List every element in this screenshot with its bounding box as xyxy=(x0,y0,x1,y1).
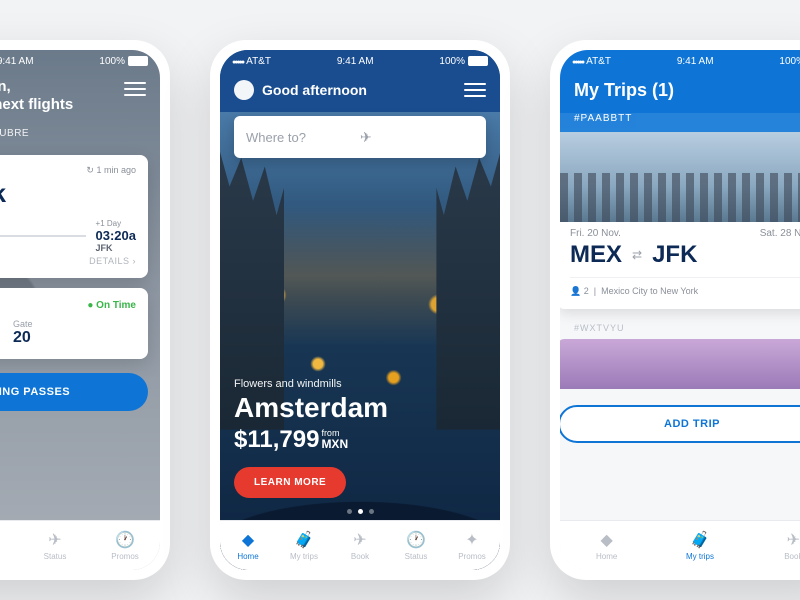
status-badge: On Time xyxy=(87,300,136,311)
status-icon: ✈ xyxy=(48,530,61,550)
nav-mytrips[interactable]: 🧳My trips xyxy=(653,521,746,570)
status-icon: 🕐 xyxy=(406,530,426,550)
return-date: Sat. 28 Nov. xyxy=(760,228,800,239)
menu-icon[interactable] xyxy=(464,83,486,97)
status-bar: AT&T 9:41 AM 100% xyxy=(560,50,800,72)
promo-price: $11,799fromMXN xyxy=(234,426,388,454)
book-icon: ✈ xyxy=(787,530,800,550)
status-bar: AT&T 9:41 AM 100% xyxy=(220,50,500,72)
nav-home[interactable]: ◆Home xyxy=(220,521,276,570)
bottom-nav: ◆Home 🧳My trips ✈Book xyxy=(560,520,800,570)
promo-tagline: Flowers and windmills xyxy=(234,378,388,390)
learn-more-button[interactable]: LEARN MORE xyxy=(234,467,346,498)
bottom-nav: ◆Home 🧳My trips ✈Book 🕐Status ✦Promos xyxy=(220,520,500,570)
trips-icon: 🧳 xyxy=(690,530,710,550)
flight-card[interactable]: 1 min ago Mexico City to New York 1 +1 D… xyxy=(0,155,148,278)
home-icon: ◆ xyxy=(242,530,254,550)
nav-book[interactable]: 🧳Book xyxy=(0,521,20,570)
add-trip-button[interactable]: ADD TRIP xyxy=(560,405,800,443)
status-bar: AT&T 9:41 AM 100% xyxy=(0,50,160,72)
from-code: MEX xyxy=(570,241,622,269)
search-placeholder: Where to? xyxy=(246,130,360,145)
swap-icon: ⇄ xyxy=(632,248,642,262)
page-title: My Trips (1) xyxy=(574,80,800,101)
plane-icon: ✈ xyxy=(360,129,474,146)
home-icon: ◆ xyxy=(601,530,613,550)
bottom-nav: ◆Home 🧳Book ✈Status 🕐Promos xyxy=(0,520,160,570)
to-code: JFK xyxy=(652,241,697,269)
carousel-pager[interactable] xyxy=(220,509,500,514)
tab-discover[interactable]: DESCUBRE xyxy=(0,128,29,139)
book-icon: ✈ xyxy=(353,530,366,550)
trip-meta: 2 | Mexico City to New York xyxy=(570,277,800,297)
boarding-passes-button[interactable]: BOARDING PASSES xyxy=(0,373,148,411)
nav-home[interactable]: ◆Home xyxy=(560,521,653,570)
promo-destination: Amsterdam xyxy=(234,392,388,424)
trip-hero-image xyxy=(560,132,800,222)
search-input[interactable]: Where to? ✈ xyxy=(234,116,486,158)
nav-promos[interactable]: ✦Promos xyxy=(444,521,500,570)
updated-label: 1 min ago xyxy=(86,165,136,176)
nav-promos[interactable]: 🕐Promos xyxy=(90,521,160,570)
trips-icon: 🧳 xyxy=(294,530,314,550)
brand-logo-icon xyxy=(234,80,254,100)
trip-hero-image xyxy=(560,339,800,389)
details-link[interactable]: DETAILS › xyxy=(0,256,136,266)
menu-icon[interactable] xyxy=(124,82,146,96)
booking-ref: #PAABBTT xyxy=(560,113,800,132)
greeting: Good afternoon xyxy=(262,82,367,98)
nav-status[interactable]: ✈Status xyxy=(20,521,90,570)
booking-ref: #WXTVYU xyxy=(574,323,800,333)
nav-status[interactable]: 🕐Status xyxy=(388,521,444,570)
status-card[interactable]: MEX • MIA On Time TerminalA Gate20 xyxy=(0,288,148,359)
promos-icon: 🕐 xyxy=(115,530,135,550)
depart-date: Fri. 20 Nov. xyxy=(570,228,621,239)
trip-card[interactable]: Fri. 20 Nov. Sat. 28 Nov. MEX ⇄ JFK 2 | … xyxy=(560,216,800,309)
destination-city: New York xyxy=(0,178,136,209)
nav-book[interactable]: ✈Book xyxy=(747,521,800,570)
nav-mytrips[interactable]: 🧳My trips xyxy=(276,521,332,570)
nav-book[interactable]: ✈Book xyxy=(332,521,388,570)
promos-icon: ✦ xyxy=(465,530,478,550)
